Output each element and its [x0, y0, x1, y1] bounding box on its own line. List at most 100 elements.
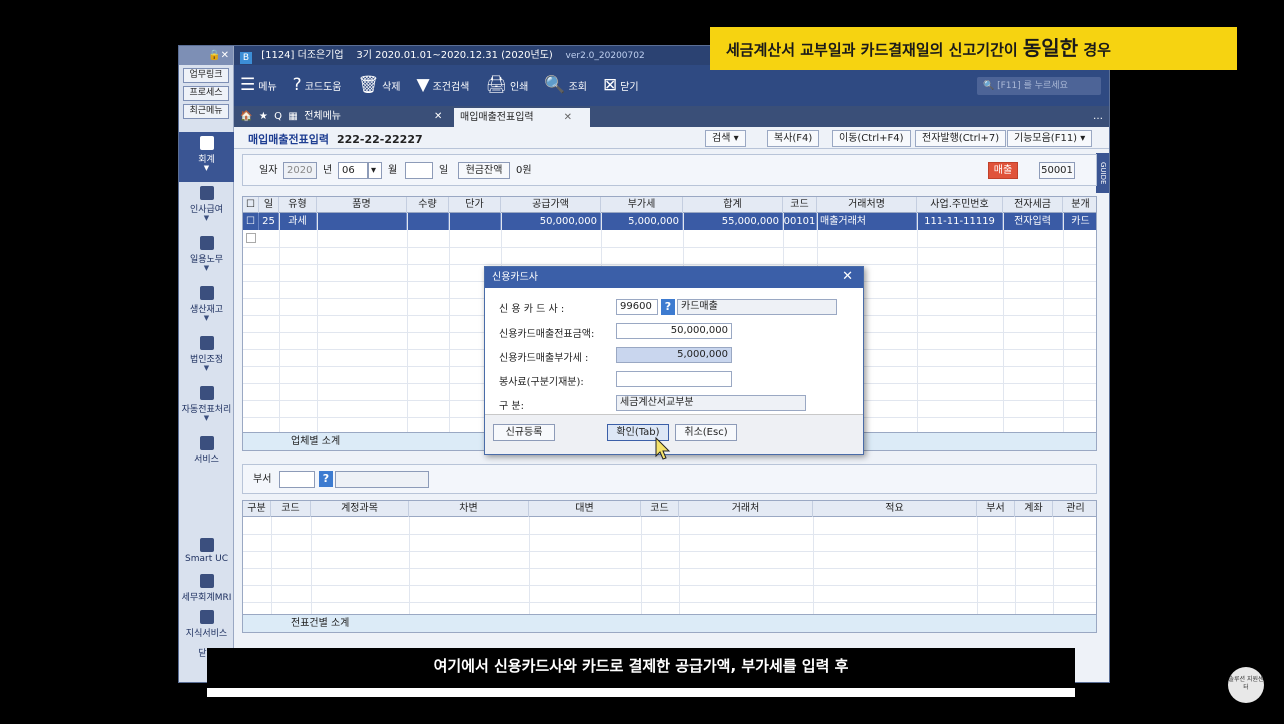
sidebar-pin-close[interactable]: 🔒✕ — [179, 46, 233, 65]
select-all-checkbox[interactable]: ☐ — [243, 197, 259, 213]
more-tabs-icon[interactable]: … — [1093, 106, 1103, 127]
process-button[interactable]: 프로세스 — [183, 86, 229, 101]
col-divider — [1053, 517, 1054, 614]
tab-bar: 🏠 ★ Q ▦ 전체메뉴 ✕ 매입매출전표입력 ✕ … — [234, 106, 1109, 127]
star-icon[interactable]: ★ — [259, 106, 268, 127]
table-cell[interactable] — [449, 213, 501, 230]
service-charge-label: 봉사료(구분기재분): — [499, 377, 584, 388]
tab-close-icon[interactable]: ✕ — [564, 108, 572, 127]
day-field[interactable] — [405, 162, 433, 179]
sidebar-item-daily-labor[interactable]: 일용노무 ▼ — [179, 232, 234, 282]
chevron-down-icon: ▼ — [203, 414, 210, 422]
sidebar-item-tax-mri[interactable]: 세무회계MRI — [179, 570, 234, 606]
delete-button[interactable]: 🗑 삭제 — [358, 77, 401, 94]
cash-balance-button[interactable]: 현금잔액 — [458, 162, 510, 179]
department-name-field — [335, 471, 429, 488]
query-button[interactable]: 🔍 조회 — [544, 77, 587, 94]
sidebar-item-production[interactable]: 생산재고 ▼ — [179, 282, 234, 332]
col-header: 전자세금 — [1003, 197, 1063, 213]
row-divider — [243, 551, 1096, 552]
biz-link-button[interactable]: 업무링크 — [183, 68, 229, 83]
col-header: 공급가액 — [501, 197, 601, 213]
month-field[interactable]: 06 — [338, 162, 368, 179]
dialog-footer: 신규등록 확인(Tab) 취소(Esc) — [485, 415, 863, 454]
col-divider — [407, 213, 408, 432]
menu-button[interactable]: ☰ 메뉴 — [240, 77, 277, 94]
home-icon[interactable]: 🏠 — [240, 106, 252, 127]
search-button[interactable]: 검색 ▾ — [705, 130, 746, 147]
recent-menu-button[interactable]: 최근메뉴 — [183, 104, 229, 119]
e-issue-button[interactable]: 전자발행(Ctrl+7) — [915, 130, 1007, 147]
menu-search-input[interactable]: 🔍 [F11] 를 누르세요 — [977, 77, 1101, 95]
code-help-button[interactable]: ? 코드도움 — [293, 77, 342, 94]
page-title: 매입매출전표입력 222-22-22227 — [248, 131, 423, 147]
row-checkbox[interactable] — [246, 233, 256, 243]
table-cell[interactable]: 55,000,000 — [683, 213, 783, 230]
tab-purchase-sales-voucher[interactable]: 매입매출전표입력 ✕ — [454, 108, 590, 127]
date-filter-row: 일자 2020 년 06 ▾ 월 일 현금잔액 0원 매출 50001 — [242, 154, 1097, 186]
table-cell[interactable]: 50,000,000 — [501, 213, 601, 230]
sidebar-item-auto-voucher[interactable]: 자동전표처리 ▼ — [179, 382, 234, 432]
new-register-button[interactable]: 신규등록 — [493, 424, 555, 441]
toolbar-label: 조건검색 — [432, 82, 470, 93]
sidebar-item-label: Smart UC — [185, 554, 228, 564]
table-cell[interactable]: 25 — [259, 213, 279, 230]
table-cell[interactable]: 카드 — [1063, 213, 1098, 230]
filter-search-button[interactable]: ▼ 조건검색 — [417, 77, 470, 94]
card-help-button[interactable]: ? — [661, 299, 675, 315]
table-cell[interactable]: 전자입력 — [1003, 213, 1063, 230]
table-row[interactable]: ☐ 25 과세 50,000,000 5,000,000 55,000,000 … — [243, 213, 1096, 230]
month-dropdown-icon[interactable]: ▾ — [368, 162, 382, 179]
department-row: 부서 ? — [242, 464, 1097, 494]
print-button[interactable]: 🖨 인쇄 — [485, 77, 528, 94]
banner-emphasis: 동일한 — [1022, 36, 1079, 60]
card-amount-field[interactable]: 50,000,000 — [616, 323, 732, 339]
sidebar-item-smart-uc[interactable]: Smart UC — [179, 534, 234, 570]
form-header: 매입매출전표입력 222-22-22227 검색 ▾ 복사(F4) 이동(Ctrl… — [234, 127, 1109, 149]
row-checkbox[interactable]: ☐ — [243, 213, 259, 230]
tab-close-icon[interactable]: ✕ — [434, 106, 442, 127]
col-divider — [529, 517, 530, 614]
table-cell[interactable]: 매출거래처 — [817, 213, 917, 230]
close-icon[interactable]: ✕ — [842, 270, 853, 284]
cash-balance-value: 0원 — [516, 165, 532, 176]
table-cell[interactable]: 111-11-11119 — [917, 213, 1003, 230]
row-divider — [243, 602, 1096, 603]
auto-voucher-icon — [199, 386, 214, 400]
col-divider — [449, 213, 450, 432]
sidebar-item-payroll[interactable]: 인사급여 ▼ — [179, 182, 234, 232]
table-cell[interactable]: 과세 — [279, 213, 317, 230]
table-cell[interactable]: 00101 — [783, 213, 817, 230]
video-progress-bar — [207, 688, 1075, 697]
department-code-field[interactable] — [279, 471, 315, 488]
col-divider — [409, 517, 410, 614]
toolbar-label: 코드도움 — [304, 82, 342, 93]
sidebar-item-corp-adjust[interactable]: 법인조정 ▼ — [179, 332, 234, 382]
sidebar-item-knowledge[interactable]: 지식서비스 — [179, 606, 234, 642]
move-button[interactable]: 이동(Ctrl+F4) — [832, 130, 911, 147]
card-vat-field[interactable]: 5,000,000 — [616, 347, 732, 363]
copy-button[interactable]: 복사(F4) — [767, 130, 820, 147]
table-cell[interactable] — [407, 213, 449, 230]
calendar-icon[interactable]: ▦ — [288, 106, 297, 127]
function-menu-button[interactable]: 기능모음(F11) ▾ — [1007, 130, 1093, 147]
search-icon[interactable]: Q — [274, 106, 282, 127]
guide-tab[interactable]: GUIDE — [1096, 153, 1109, 193]
voucher-code-field[interactable]: 50001 — [1039, 162, 1075, 179]
sidebar-item-accounting[interactable]: 회계 ▼ — [179, 132, 234, 182]
video-subtitle: 여기에서 신용카드사와 카드로 결제한 공급가액, 부가세를 입력 후 — [207, 648, 1075, 684]
table-cell[interactable]: 5,000,000 — [601, 213, 683, 230]
cancel-button[interactable]: 취소(Esc) — [675, 424, 737, 441]
sidebar-item-service[interactable]: 서비스 — [179, 432, 234, 482]
service-charge-field[interactable] — [616, 371, 732, 387]
date-label: 일자 — [259, 165, 278, 176]
sidebar-item-label: 세무회계MRI — [181, 593, 232, 603]
card-company-code-field[interactable]: 99600 — [616, 299, 658, 315]
tab-all-menu[interactable]: 전체메뉴 — [304, 106, 341, 127]
department-help-button[interactable]: ? — [319, 471, 333, 487]
table-cell[interactable] — [317, 213, 407, 230]
year-field[interactable]: 2020 — [283, 162, 317, 179]
close-button[interactable]: ⊠ 닫기 — [603, 77, 639, 94]
col-divider — [1063, 213, 1064, 432]
col-header: 부서 — [977, 501, 1015, 517]
